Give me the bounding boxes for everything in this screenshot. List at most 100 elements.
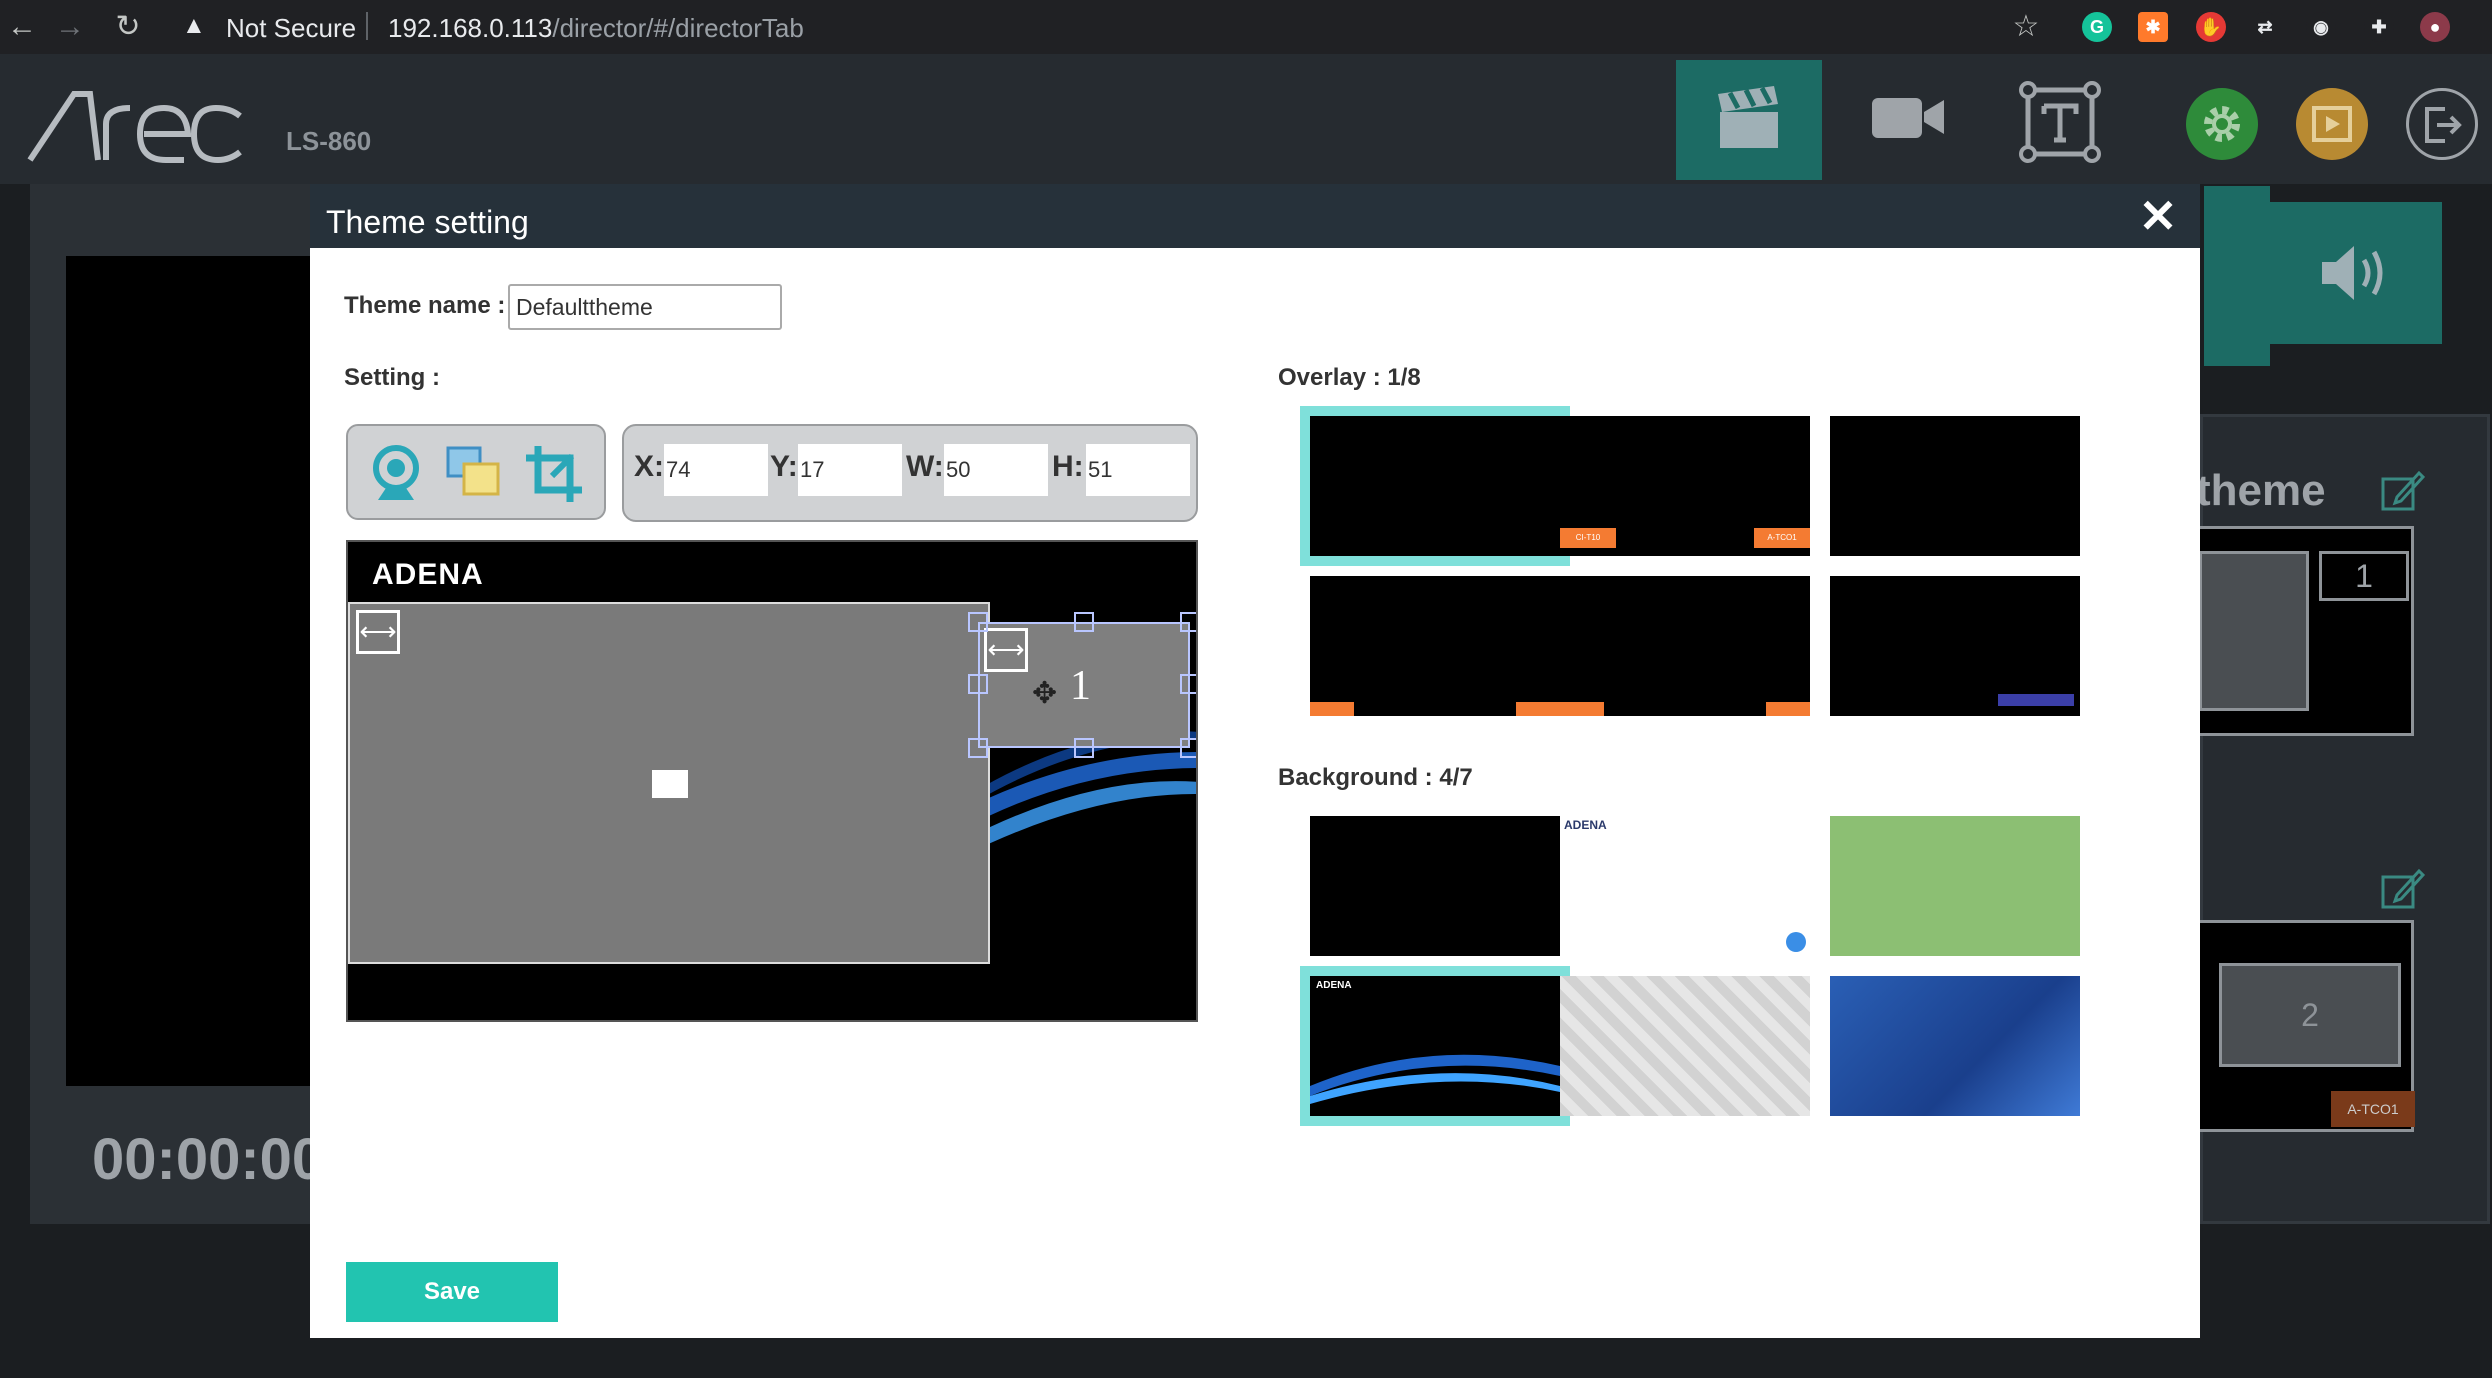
w-input[interactable] xyxy=(944,444,1048,496)
x-input[interactable] xyxy=(664,444,768,496)
resize-handle[interactable] xyxy=(1180,612,1196,632)
info-dot-icon xyxy=(1786,932,1806,952)
blue-wave-thumbnail xyxy=(1310,1054,1560,1104)
gear-icon xyxy=(2204,106,2240,142)
main-source-window[interactable]: ⟷ xyxy=(348,602,990,964)
reload-icon[interactable]: ↻ xyxy=(108,8,148,46)
background-option-2[interactable]: ADENA xyxy=(1560,816,1810,956)
source-window-1[interactable]: ⟷ 1 ✥ xyxy=(978,622,1190,748)
overlay-option-5[interactable] xyxy=(1560,576,1810,716)
edit-icon[interactable] xyxy=(2381,469,2425,513)
window-number-label: 1 xyxy=(1070,663,1091,709)
logout-icon xyxy=(2425,107,2462,143)
media-button[interactable] xyxy=(2296,88,2368,160)
model-label: LS-860 xyxy=(286,126,372,156)
theme-tab[interactable] xyxy=(1986,60,2132,180)
resize-icon[interactable]: ⟷ xyxy=(356,610,400,654)
film-icon xyxy=(2312,106,2352,142)
overlay-bar xyxy=(1998,694,2074,706)
overlay-tag: A-TCO1 xyxy=(1754,528,1810,548)
side-window-label: 1 xyxy=(2319,551,2409,601)
side-window-label: 2 xyxy=(2219,963,2401,1067)
edit-icon[interactable] xyxy=(2381,867,2425,911)
security-indicator[interactable]: Not Secure xyxy=(226,13,356,44)
h-input[interactable] xyxy=(1086,444,1190,496)
overlay-option-3[interactable] xyxy=(1830,416,2080,556)
save-button[interactable]: Save xyxy=(346,1262,558,1322)
app-header: LS-860 xyxy=(0,54,2492,184)
webcam-icon[interactable] xyxy=(364,442,428,506)
background-option-4[interactable]: ADENA xyxy=(1300,966,1570,1126)
network-extension-icon[interactable]: ⇄ xyxy=(2250,12,2280,42)
background-theme-thumbnail[interactable]: 1 xyxy=(2196,526,2414,736)
background-option-1[interactable] xyxy=(1310,816,1560,956)
resize-handle[interactable] xyxy=(968,612,988,632)
clapperboard-icon xyxy=(1718,86,1778,148)
theme-name-label: Theme name : xyxy=(344,292,506,319)
warning-icon: ▲ xyxy=(182,12,206,39)
camera-tab[interactable] xyxy=(1832,60,1978,180)
adblock-extension-icon[interactable]: ✋ xyxy=(2196,12,2226,42)
background-timer: 00:00:00 xyxy=(92,1127,325,1192)
url-separator xyxy=(366,12,368,40)
url-host: 192.168.0.113 xyxy=(388,13,553,43)
puzzle-extensions-icon[interactable]: ✚ xyxy=(2364,12,2394,42)
url-path: /director/#/directorTab xyxy=(552,13,804,43)
overlay-option-6[interactable] xyxy=(1830,576,2080,716)
x-label: X: xyxy=(634,450,664,483)
monitor-icon xyxy=(652,770,688,798)
modal-header: Theme setting ✕ xyxy=(310,184,2200,248)
speaker-icon xyxy=(2322,246,2383,300)
side-window-tag: A-TCO1 xyxy=(2331,1091,2415,1127)
overlay-tag: CI-T10 xyxy=(1560,528,1616,548)
overlay-tag xyxy=(1516,702,1560,716)
background-logo: ADENA xyxy=(1316,980,1352,991)
settings-button[interactable] xyxy=(2186,88,2258,160)
profile-avatar-icon[interactable]: ● xyxy=(2420,12,2450,42)
setting-label: Setting : xyxy=(344,364,440,391)
resize-icon[interactable]: ⟷ xyxy=(984,628,1028,672)
background-logo: ADENA xyxy=(1564,818,1607,832)
resize-handle[interactable] xyxy=(1180,674,1196,694)
background-option-5[interactable] xyxy=(1560,976,1810,1116)
hubspot-extension-icon[interactable]: ✱ xyxy=(2138,12,2168,42)
overlay-label: Overlay : 1/8 xyxy=(1278,364,1421,391)
resize-handle[interactable] xyxy=(1180,738,1196,758)
browser-toolbar: ← → ↻ ▲ Not Secure 192.168.0.113/directo… xyxy=(0,0,2492,54)
modal-title: Theme setting xyxy=(326,204,529,240)
overlay-option-4[interactable] xyxy=(1310,576,1560,716)
preview-logo: ADENA xyxy=(372,558,484,591)
overlay-layers-icon[interactable] xyxy=(442,442,506,506)
bookmark-star-icon[interactable]: ☆ xyxy=(2006,8,2046,46)
director-tab[interactable] xyxy=(1676,60,1822,180)
resize-handle[interactable] xyxy=(968,674,988,694)
side-window-main xyxy=(2199,551,2309,711)
resize-handle[interactable] xyxy=(1074,612,1094,632)
logout-button[interactable] xyxy=(2406,88,2478,160)
background-option-3[interactable] xyxy=(1830,816,2080,956)
shield-extension-icon[interactable]: ◉ xyxy=(2306,12,2336,42)
theme-setting-modal: Theme setting ✕ Theme name : Setting : X… xyxy=(310,184,2200,1338)
grammarly-extension-icon[interactable]: G xyxy=(2082,12,2112,42)
address-bar[interactable]: ▲ Not Secure 192.168.0.113/director/#/di… xyxy=(168,4,2048,50)
back-arrow-icon[interactable]: ← xyxy=(2,8,42,46)
background-theme-thumbnail[interactable]: 2 A-TCO1 xyxy=(2196,920,2415,1132)
overlay-option-1[interactable] xyxy=(1300,406,1570,566)
overlay-tag xyxy=(1310,702,1354,716)
forward-arrow-icon[interactable]: → xyxy=(50,8,90,46)
theme-name-input[interactable] xyxy=(508,284,782,330)
url-text[interactable]: 192.168.0.113/director/#/directorTab xyxy=(388,13,804,44)
resize-handle[interactable] xyxy=(1074,738,1094,758)
background-theme-heading: theme xyxy=(2196,466,2326,515)
background-option-6[interactable] xyxy=(1830,976,2080,1116)
layout-preview[interactable]: ADENA ⟷ ⟷ 1 ✥ xyxy=(346,540,1198,1022)
overlay-option-2[interactable]: CI-T10 A-TCO1 xyxy=(1560,416,1810,556)
background-audio-button[interactable] xyxy=(2270,202,2442,344)
crop-icon[interactable] xyxy=(522,442,586,506)
resize-handle[interactable] xyxy=(968,738,988,758)
background-label: Background : 4/7 xyxy=(1278,764,1473,791)
move-cursor-icon: ✥ xyxy=(1032,677,1058,710)
close-icon[interactable]: ✕ xyxy=(2136,193,2180,239)
y-input[interactable] xyxy=(798,444,902,496)
overlay-tag xyxy=(1560,702,1604,716)
